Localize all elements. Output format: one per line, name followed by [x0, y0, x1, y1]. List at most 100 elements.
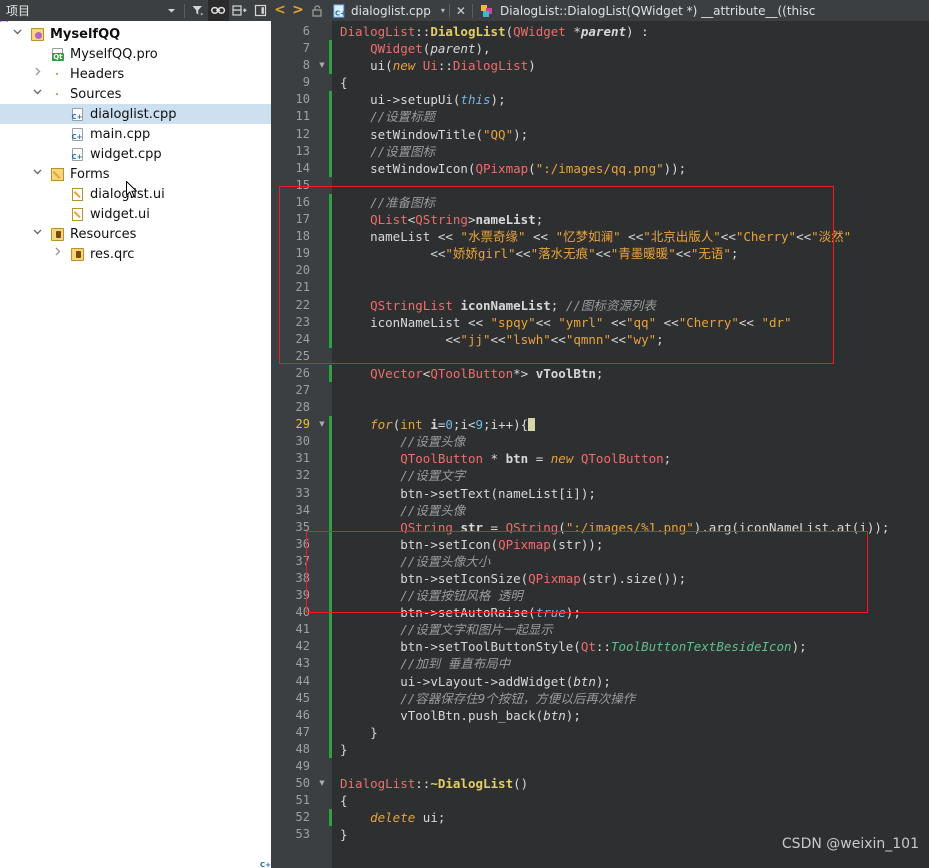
code-line[interactable]: ui(new Ui::DialogList) — [340, 57, 929, 74]
fold-marker[interactable] — [315, 108, 329, 125]
fold-marker[interactable] — [315, 570, 329, 587]
fold-marker[interactable] — [315, 348, 329, 365]
chevron-down-icon[interactable] — [33, 167, 42, 176]
fold-marker[interactable] — [315, 91, 329, 108]
fold-marker[interactable] — [315, 279, 329, 296]
toggle-lock-button[interactable] — [307, 4, 327, 17]
tree-twisty[interactable] — [26, 64, 48, 84]
fold-marker[interactable] — [315, 638, 329, 655]
fold-marker[interactable] — [315, 450, 329, 467]
fold-marker[interactable] — [315, 382, 329, 399]
code-line[interactable] — [340, 758, 929, 775]
fold-marker[interactable] — [315, 467, 329, 484]
code-line[interactable]: DialogList::~DialogList() — [340, 775, 929, 792]
code-line[interactable]: nameList << "水票奇缘" << "忆梦如澜" <<"北京出版人"<<… — [340, 228, 929, 245]
code-line[interactable]: } — [340, 741, 929, 758]
chevron-right-icon[interactable] — [33, 67, 42, 76]
split-view-button[interactable] — [229, 0, 250, 21]
code-line[interactable] — [340, 262, 929, 279]
fold-marker[interactable] — [315, 587, 329, 604]
code-line[interactable]: { — [340, 74, 929, 91]
fold-marker[interactable] — [315, 826, 329, 843]
fold-marker[interactable]: ▼ — [315, 775, 329, 792]
fold-marker[interactable] — [315, 604, 329, 621]
code-line[interactable]: ui->vLayout->addWidget(btn); — [340, 673, 929, 690]
fold-marker[interactable] — [315, 262, 329, 279]
fold-marker[interactable] — [315, 433, 329, 450]
code-line[interactable]: //设置头像 — [340, 433, 929, 450]
fold-marker[interactable]: ▼ — [315, 57, 329, 74]
sidebar-view-dropdown[interactable] — [161, 0, 182, 21]
code-line[interactable]: //加到 垂直布局中 — [340, 655, 929, 672]
fold-marker[interactable] — [315, 536, 329, 553]
code-line[interactable]: QStringList iconNameList; //图标资源列表 — [340, 297, 929, 314]
chevron-right-icon[interactable] — [53, 247, 62, 256]
fold-marker[interactable] — [315, 245, 329, 262]
open-file-dropdown[interactable]: ▾ — [437, 6, 449, 15]
code-line[interactable]: <<"jj"<<"lswh"<<"qmnn"<<"wy"; — [340, 331, 929, 348]
code-line[interactable]: btn->setIconSize(QPixmap(str).size()); — [340, 570, 929, 587]
project-tree[interactable]: MyselfQQQtMyselfQQ.prohHeadersC+SourcesC… — [0, 21, 271, 868]
code-line[interactable]: setWindowTitle("QQ"); — [340, 126, 929, 143]
fold-marker[interactable] — [315, 228, 329, 245]
code-line[interactable]: delete ui; — [340, 809, 929, 826]
code-line[interactable]: //容器保存住9个按钮，方便以后再次操作 — [340, 690, 929, 707]
fold-marker[interactable] — [315, 690, 329, 707]
fold-marker[interactable] — [315, 655, 329, 672]
tree-item-forms[interactable]: Forms — [0, 164, 271, 184]
fold-marker[interactable] — [315, 160, 329, 177]
code-line[interactable]: //设置文字 — [340, 467, 929, 484]
code-editor[interactable]: 6 7 8 9 10 11 12 13 14 15 16 17 18 19 20 21 22 23 24 25 26 27… — [271, 21, 929, 868]
fold-marker[interactable] — [315, 553, 329, 570]
tree-item-res-qrc[interactable]: res.qrc — [0, 244, 271, 264]
code-line[interactable]: btn->setText(nameList[i]); — [340, 485, 929, 502]
fold-marker[interactable]: ▼ — [315, 416, 329, 433]
synchronize-with-editor-button[interactable] — [208, 0, 229, 21]
fold-marker[interactable] — [315, 365, 329, 382]
code-line[interactable]: QVector<QToolButton*> vToolBtn; — [340, 365, 929, 382]
code-line[interactable]: for(int i=0;i<9;i++){ — [340, 416, 929, 433]
symbol-selector[interactable]: DialogList::DialogList(QWidget *) __attr… — [473, 4, 815, 18]
code-line[interactable]: //设置头像大小 — [340, 553, 929, 570]
tree-twisty[interactable] — [46, 244, 68, 264]
chevron-down-icon[interactable] — [13, 27, 22, 36]
fold-marker[interactable] — [315, 673, 329, 690]
tree-twisty[interactable] — [26, 164, 48, 184]
code-line[interactable] — [340, 399, 929, 416]
code-line[interactable]: <<"娇娇girl"<<"落水无痕"<<"青墨暖暖"<<"无语"; — [340, 245, 929, 262]
navigate-forward-button[interactable]: > — [289, 0, 307, 21]
code-line[interactable]: QList<QString>nameList; — [340, 211, 929, 228]
tree-item-dialoglist-ui[interactable]: dialoglist.ui — [0, 184, 271, 204]
tree-item-dialoglist-cpp[interactable]: C+ dialoglist.cpp — [0, 104, 271, 124]
fold-marker[interactable] — [315, 792, 329, 809]
close-file-button[interactable]: ✕ — [450, 4, 472, 18]
fold-marker[interactable] — [315, 809, 329, 826]
fold-marker[interactable] — [315, 314, 329, 331]
code-line[interactable]: //设置图标 — [340, 143, 929, 160]
close-sidebar-button[interactable] — [250, 0, 271, 21]
code-line[interactable]: //准备图标 — [340, 194, 929, 211]
navigate-back-button[interactable]: < — [271, 0, 289, 21]
fold-marker[interactable] — [315, 177, 329, 194]
fold-marker[interactable] — [315, 485, 329, 502]
fold-marker[interactable] — [315, 741, 329, 758]
code-line[interactable] — [340, 177, 929, 194]
tree-twisty[interactable] — [6, 24, 28, 44]
tree-item-myselfqq[interactable]: MyselfQQ — [0, 24, 271, 44]
code-line[interactable]: QWidget(parent), — [340, 40, 929, 57]
filter-button[interactable] — [187, 0, 208, 21]
fold-marker[interactable] — [315, 502, 329, 519]
code-line[interactable]: { — [340, 792, 929, 809]
code-line[interactable]: //设置头像 — [340, 502, 929, 519]
fold-marker[interactable] — [315, 758, 329, 775]
fold-marker[interactable] — [315, 143, 329, 160]
code-line[interactable]: btn->setIcon(QPixmap(str)); — [340, 536, 929, 553]
chevron-down-icon[interactable] — [33, 87, 42, 96]
fold-marker[interactable] — [315, 74, 329, 91]
code-line[interactable]: iconNameList << "spqy"<< "ymrl" <<"qq" <… — [340, 314, 929, 331]
tree-item-sources[interactable]: C+ Sources — [0, 84, 271, 868]
code-line[interactable] — [340, 348, 929, 365]
fold-marker[interactable] — [315, 621, 329, 638]
code-line[interactable]: QToolButton * btn = new QToolButton; — [340, 450, 929, 467]
code-line[interactable]: } — [340, 724, 929, 741]
